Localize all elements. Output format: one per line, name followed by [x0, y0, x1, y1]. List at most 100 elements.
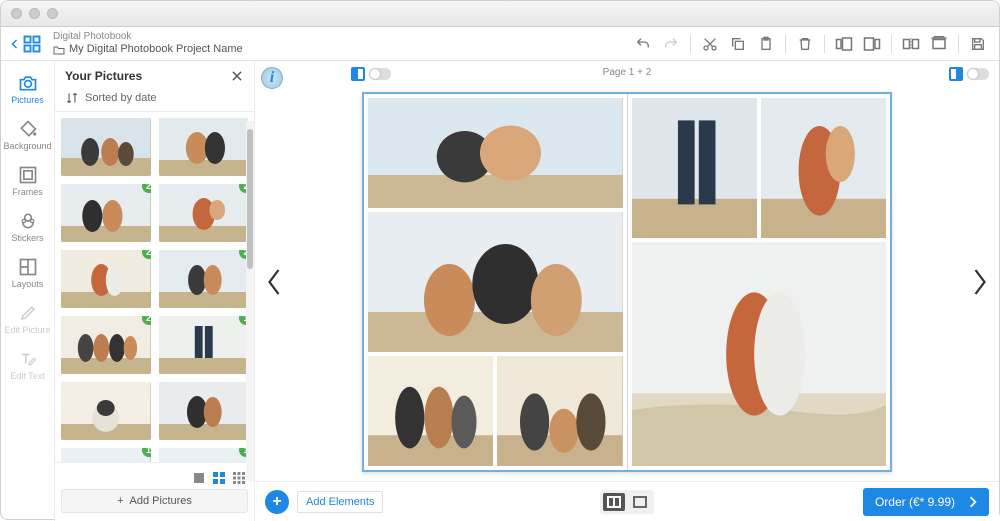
- photo-slot[interactable]: [368, 212, 623, 352]
- toolbar-actions: [630, 32, 991, 56]
- paste-button[interactable]: [753, 32, 779, 56]
- bottom-bar: + Add Elements Order (€* 9.99): [255, 481, 999, 521]
- view-large-icon[interactable]: [192, 471, 206, 485]
- toggle-pill-icon: [967, 68, 989, 80]
- chevron-right-icon: [965, 496, 981, 508]
- thumbnail[interactable]: 2: [159, 250, 249, 308]
- folder-icon: [53, 45, 65, 55]
- project-category: Digital Photobook: [53, 31, 243, 43]
- thumbnail[interactable]: 2: [61, 316, 151, 374]
- tool-edit-picture: Edit Picture: [4, 297, 52, 341]
- tool-label: Edit Picture: [4, 325, 50, 335]
- layout-icon: [18, 257, 38, 277]
- page-spread[interactable]: [362, 92, 892, 472]
- top-toolbar: Digital Photobook My Digital Photobook P…: [1, 27, 999, 61]
- tool-label: Stickers: [11, 233, 43, 243]
- thumbnail-view-modes: [61, 467, 248, 489]
- single-page-icon: [633, 496, 647, 508]
- left-toolstrip: Pictures Background Frames Stickers Layo…: [1, 61, 55, 521]
- grid-icon: [23, 35, 41, 53]
- view-medium-icon[interactable]: [212, 471, 226, 485]
- tool-layouts[interactable]: Layouts: [4, 251, 52, 295]
- panel-close-button[interactable]: [230, 69, 244, 83]
- right-page-view-toggle[interactable]: [949, 67, 989, 81]
- pictures-panel: Your Pictures Sorted by date 22222111 + …: [55, 61, 255, 521]
- plus-icon: +: [117, 495, 123, 507]
- sort-label: Sorted by date: [85, 92, 157, 104]
- photo-slot[interactable]: [761, 98, 886, 238]
- delete-button[interactable]: [792, 32, 818, 56]
- insert-spread-button[interactable]: [898, 32, 924, 56]
- photo-slot[interactable]: [368, 98, 623, 208]
- double-page-icon: [607, 496, 621, 508]
- tool-label: Frames: [12, 187, 43, 197]
- close-icon: [230, 69, 244, 83]
- thumbnail[interactable]: 1: [159, 316, 249, 374]
- traffic-light-min[interactable]: [29, 8, 40, 19]
- right-page[interactable]: [627, 94, 891, 470]
- add-page-left-button[interactable]: [831, 32, 857, 56]
- photo-slot[interactable]: [497, 356, 622, 466]
- tool-label: Pictures: [11, 95, 44, 105]
- tool-background[interactable]: Background: [4, 113, 52, 157]
- tool-stickers[interactable]: Stickers: [4, 205, 52, 249]
- tool-pictures[interactable]: Pictures: [4, 67, 52, 111]
- plus-circle-icon: +: [265, 490, 289, 514]
- add-elements-label: Add Elements: [297, 491, 383, 513]
- single-mode-button[interactable]: [629, 493, 651, 511]
- cut-button[interactable]: [697, 32, 723, 56]
- window-titlebar: [1, 1, 999, 27]
- add-elements-button[interactable]: + Add Elements: [265, 490, 383, 514]
- add-page-right-button[interactable]: [859, 32, 885, 56]
- save-button[interactable]: [965, 32, 991, 56]
- back-to-overview-button[interactable]: [9, 35, 41, 53]
- sort-icon: [65, 91, 79, 105]
- tool-frames[interactable]: Frames: [4, 159, 52, 203]
- toggle-pill-icon: [369, 68, 391, 80]
- spread-mode-button[interactable]: [603, 493, 625, 511]
- thumbnail[interactable]: 2: [61, 250, 151, 308]
- thumbnail[interactable]: 2: [61, 184, 151, 242]
- tool-label: Edit Text: [10, 371, 44, 381]
- camera-icon: [18, 73, 38, 93]
- spread-icon: [949, 67, 963, 81]
- spread-icon: [351, 67, 365, 81]
- thumbnail[interactable]: [61, 382, 151, 440]
- thumbnail[interactable]: [61, 118, 151, 176]
- add-pictures-button[interactable]: + Add Pictures: [61, 489, 248, 513]
- photo-slot[interactable]: [632, 98, 757, 238]
- panel-title: Your Pictures: [65, 69, 142, 83]
- traffic-light-max[interactable]: [47, 8, 58, 19]
- pencil-icon: [18, 303, 38, 323]
- chevron-left-icon: [265, 267, 283, 297]
- sort-control[interactable]: Sorted by date: [55, 87, 254, 112]
- photo-slot[interactable]: [632, 242, 887, 466]
- delete-spread-button[interactable]: [926, 32, 952, 56]
- view-small-icon[interactable]: [232, 471, 246, 485]
- page-indicator: Page 1 + 2: [603, 67, 652, 78]
- frame-icon: [18, 165, 38, 185]
- traffic-light-close[interactable]: [11, 8, 22, 19]
- undo-button[interactable]: [630, 32, 656, 56]
- page-mode-switch: [600, 490, 654, 514]
- chevron-right-icon: [971, 267, 989, 297]
- order-label: Order (€* 9.99): [875, 495, 955, 509]
- copy-button[interactable]: [725, 32, 751, 56]
- thumbnail[interactable]: 2: [159, 184, 249, 242]
- left-page[interactable]: [364, 94, 627, 470]
- next-page-button[interactable]: [963, 259, 997, 305]
- canvas-area: i Page 1 + 2: [255, 61, 999, 521]
- thumbnail[interactable]: [159, 382, 249, 440]
- left-page-view-toggle[interactable]: [351, 67, 391, 81]
- redo-button[interactable]: [658, 32, 684, 56]
- thumbnail[interactable]: 1: [61, 448, 151, 462]
- thumbnail[interactable]: [159, 118, 249, 176]
- text-edit-icon: [18, 349, 38, 369]
- order-button[interactable]: Order (€* 9.99): [863, 488, 989, 516]
- panel-scrollbar[interactable]: [246, 121, 254, 481]
- thumbnail[interactable]: 1: [159, 448, 249, 462]
- project-name-text: My Digital Photobook Project Name: [69, 43, 243, 56]
- prev-page-button[interactable]: [257, 259, 291, 305]
- photo-slot[interactable]: [368, 356, 493, 466]
- project-meta: Digital Photobook My Digital Photobook P…: [53, 31, 243, 56]
